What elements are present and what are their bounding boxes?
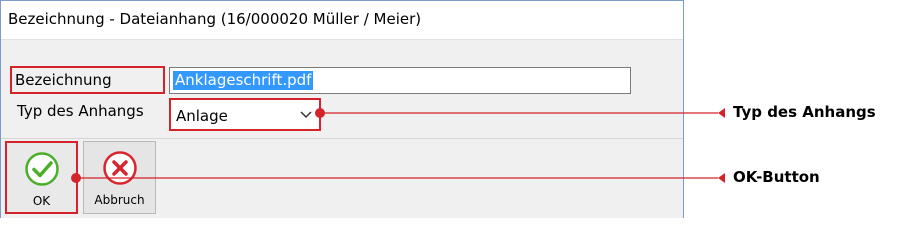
cancel-button-label: Abbruch xyxy=(94,193,145,207)
bezeichnung-label: Bezeichnung xyxy=(15,71,112,89)
checkmark-icon xyxy=(24,152,59,186)
window-title: Bezeichnung - Dateianhang (16/000020 Mül… xyxy=(8,10,422,28)
typ-des-anhangs-value: Anlage xyxy=(176,107,228,125)
bezeichnung-input-value: Anklageschrift.pdf xyxy=(173,71,314,90)
callout-ok-button: OK-Button xyxy=(733,168,820,186)
ok-button-label: OK xyxy=(32,194,51,208)
chevron-down-icon xyxy=(300,111,312,119)
cancel-button[interactable]: Abbruch xyxy=(83,141,156,214)
title-bar: Bezeichnung - Dateianhang (16/000020 Mül… xyxy=(1,1,683,40)
page: Bezeichnung - Dateianhang (16/000020 Mül… xyxy=(0,0,901,222)
typ-des-anhangs-label: Typ des Anhangs xyxy=(17,102,144,120)
callout-typ-des-anhangs: Typ des Anhangs xyxy=(733,103,876,121)
bezeichnung-input[interactable]: Anklageschrift.pdf xyxy=(169,67,631,94)
x-circle-icon xyxy=(102,151,137,185)
ok-button[interactable]: OK xyxy=(5,141,78,214)
typ-des-anhangs-select[interactable]: Anlage xyxy=(169,98,321,131)
